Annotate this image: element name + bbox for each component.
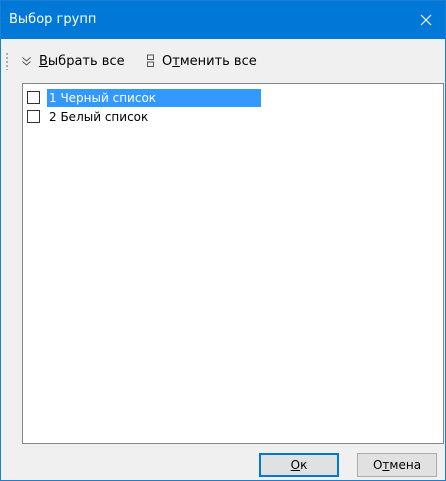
toolbar: Выбрать все Отменить все [1,48,445,74]
item-label[interactable]: 2 Белый список [47,108,150,126]
title-bar[interactable]: Выбор групп [1,1,445,39]
item-label[interactable]: 1 Черный список [47,89,261,107]
deselect-boxes-icon [147,54,154,67]
close-icon [420,14,432,26]
close-button[interactable] [407,1,445,39]
select-all-button[interactable]: Выбрать все [21,50,125,72]
window-title: Выбор групп [9,12,97,27]
list-item[interactable]: 1 Черный список [23,89,441,107]
toolbar-grip[interactable] [6,52,8,70]
deselect-all-button[interactable]: Отменить все [146,50,257,72]
select-all-label: Выбрать все [39,53,125,69]
deselect-all-label: Отменить все [162,53,257,69]
item-checkbox[interactable] [27,91,40,104]
dialog-window: Выбор групп Выбрать все Отменить все 1 Ч… [0,0,446,481]
cancel-button[interactable]: От мена [357,453,437,477]
list-item[interactable]: 2 Белый список [23,108,441,126]
group-list[interactable]: 1 Черный список 2 Белый список [22,83,444,444]
item-checkbox[interactable] [27,110,40,123]
ok-button[interactable]: Ок [259,453,339,477]
chevron-down-double-icon [22,56,31,66]
